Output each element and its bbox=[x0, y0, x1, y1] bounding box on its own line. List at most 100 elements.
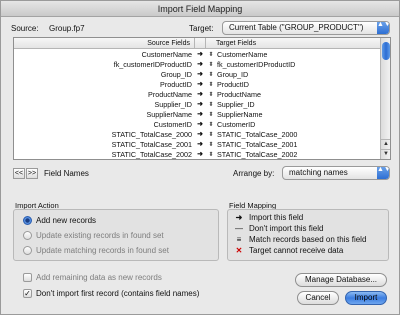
legend-import-label: Import this field bbox=[249, 213, 304, 222]
legend-cannot-receive-label: Target cannot receive data bbox=[249, 246, 344, 255]
match-equals-icon: ≡ bbox=[236, 235, 242, 244]
target-field-cell: ProductName bbox=[217, 90, 261, 99]
arrange-by-value: matching names bbox=[289, 168, 348, 177]
source-field-cell: ProductName bbox=[148, 90, 192, 99]
update-matching-records-radio[interactable] bbox=[23, 246, 32, 255]
source-fields-header[interactable]: Source Fields bbox=[14, 38, 194, 49]
legend-dont-import-label: Don't import this field bbox=[249, 224, 324, 233]
target-field-cell: fk_customerIDProductID bbox=[217, 60, 296, 69]
add-remaining-checkbox[interactable] bbox=[23, 273, 32, 282]
table-row[interactable]: Supplier_ID ➜ ⬍ Supplier_ID bbox=[14, 100, 380, 110]
source-file-name: Group.fp7 bbox=[49, 24, 85, 33]
table-vertical-scrollbar[interactable]: ▲ ▼ bbox=[380, 38, 390, 159]
update-existing-records-label[interactable]: Update existing records in found set bbox=[36, 231, 164, 240]
arrow-column-header bbox=[194, 38, 206, 49]
scroll-up-arrow-icon[interactable]: ▲ bbox=[381, 139, 390, 148]
target-table-select[interactable]: Current Table ("GROUP_PRODUCT") ▲▼ bbox=[222, 21, 390, 35]
table-row[interactable]: CustomerName ➜ ⬍ CustomerName bbox=[14, 50, 380, 60]
table-row[interactable]: ProductID ➜ ⬍ ProductID bbox=[14, 80, 380, 90]
reorder-handle-icon[interactable]: ⬍ bbox=[207, 110, 215, 120]
table-header: Source Fields Target Fields bbox=[14, 38, 380, 49]
target-field-cell: STATIC_TotalCase_2002 bbox=[217, 150, 298, 159]
target-field-cell: Group_ID bbox=[217, 70, 249, 79]
add-new-records-label[interactable]: Add new records bbox=[36, 216, 96, 225]
target-field-cell: ProductID bbox=[217, 80, 249, 89]
target-field-cell: CustomerName bbox=[217, 50, 268, 59]
window-title: Import Field Mapping bbox=[1, 1, 399, 17]
dont-import-dash-icon: — bbox=[235, 224, 243, 233]
target-field-cell: SupplierName bbox=[217, 110, 263, 119]
manage-database-button[interactable]: Manage Database... bbox=[295, 273, 387, 287]
previous-record-button[interactable]: << bbox=[13, 168, 25, 179]
table-row[interactable]: STATIC_TotalCase_2000 ➜ ⬍ STATIC_TotalCase_… bbox=[14, 130, 380, 140]
field-mapping-table[interactable]: Source Fields Target Fields CustomerName… bbox=[13, 37, 391, 160]
import-arrow-icon[interactable]: ➜ bbox=[193, 90, 207, 100]
reorder-handle-icon[interactable]: ⬍ bbox=[207, 150, 215, 159]
field-names-label: Field Names bbox=[44, 169, 89, 178]
reorder-handle-icon[interactable]: ⬍ bbox=[207, 80, 215, 90]
update-existing-records-radio[interactable] bbox=[23, 231, 32, 240]
table-row[interactable]: STATIC_TotalCase_2001 ➜ ⬍ STATIC_TotalCase_… bbox=[14, 140, 380, 150]
cannot-receive-x-icon: ✕ bbox=[235, 246, 243, 255]
import-arrow-icon[interactable]: ➜ bbox=[193, 50, 207, 60]
reorder-handle-icon[interactable]: ⬍ bbox=[207, 90, 215, 100]
reorder-handle-icon[interactable]: ⬍ bbox=[207, 130, 215, 140]
import-arrow-icon[interactable]: ➜ bbox=[193, 120, 207, 130]
reorder-handle-icon[interactable]: ⬍ bbox=[207, 120, 215, 130]
add-remaining-label[interactable]: Add remaining data as new records bbox=[36, 273, 162, 282]
import-arrow-icon[interactable]: ➜ bbox=[193, 100, 207, 110]
reorder-handle-icon[interactable]: ⬍ bbox=[207, 60, 215, 70]
source-field-cell: fk_customerIDProductID bbox=[113, 60, 192, 69]
update-matching-records-label[interactable]: Update matching records in found set bbox=[36, 246, 169, 255]
legend-match-label: Match records based on this field bbox=[249, 235, 367, 244]
scroll-down-arrow-icon[interactable]: ▼ bbox=[381, 149, 390, 158]
source-field-cell: ProductID bbox=[160, 80, 192, 89]
source-field-cell: STATIC_TotalCase_2000 bbox=[111, 130, 192, 139]
dont-import-first-checkbox[interactable]: ✓ bbox=[23, 289, 32, 298]
target-field-cell: Supplier_ID bbox=[217, 100, 255, 109]
source-field-cell: CustomerID bbox=[153, 120, 192, 129]
select-arrows-icon: ▲▼ bbox=[377, 22, 389, 34]
source-field-cell: Supplier_ID bbox=[154, 100, 192, 109]
reorder-handle-icon[interactable]: ⬍ bbox=[207, 100, 215, 110]
table-row[interactable]: ProductName ➜ ⬍ ProductName bbox=[14, 90, 380, 100]
reorder-handle-icon[interactable]: ⬍ bbox=[207, 70, 215, 80]
target-field-cell: STATIC_TotalCase_2000 bbox=[217, 130, 298, 139]
import-field-mapping-dialog: Import Field Mapping Source: Group.fp7 T… bbox=[0, 0, 400, 315]
table-row[interactable]: Group_ID ➜ ⬍ Group_ID bbox=[14, 70, 380, 80]
import-button[interactable]: Import bbox=[345, 291, 387, 305]
import-arrow-icon[interactable]: ➜ bbox=[193, 140, 207, 150]
import-arrow-icon[interactable]: ➜ bbox=[193, 70, 207, 80]
checkmark-icon: ✓ bbox=[24, 289, 31, 298]
scrollbar-thumb[interactable] bbox=[382, 42, 390, 60]
arrange-by-label: Arrange by: bbox=[233, 169, 275, 178]
source-field-cell: Group_ID bbox=[160, 70, 192, 79]
select-arrows-icon: ▲▼ bbox=[377, 167, 389, 179]
import-arrow-icon[interactable]: ➜ bbox=[193, 60, 207, 70]
import-arrow-icon[interactable]: ➜ bbox=[193, 110, 207, 120]
add-new-records-radio[interactable] bbox=[23, 216, 32, 225]
reorder-handle-icon[interactable]: ⬍ bbox=[207, 140, 215, 150]
import-arrow-icon[interactable]: ➜ bbox=[193, 130, 207, 140]
dont-import-first-label[interactable]: Don't import first record (contains fiel… bbox=[36, 289, 199, 298]
arrange-by-select[interactable]: matching names ▲▼ bbox=[282, 166, 390, 180]
target-field-cell: CustomerID bbox=[217, 120, 256, 129]
reorder-handle-icon[interactable]: ⬍ bbox=[207, 50, 215, 60]
table-row[interactable]: STATIC_TotalCase_2002 ➜ ⬍ STATIC_TotalCase_… bbox=[14, 150, 380, 159]
target-label: Target: bbox=[189, 24, 214, 33]
import-arrow-icon: ➜ bbox=[235, 213, 243, 222]
source-field-cell: CustomerName bbox=[141, 50, 192, 59]
table-row[interactable]: CustomerID ➜ ⬍ CustomerID bbox=[14, 120, 380, 130]
target-table-value: Current Table ("GROUP_PRODUCT") bbox=[229, 23, 364, 32]
table-row[interactable]: fk_customerIDProductID ➜ ⬍ fk_customerIDPro… bbox=[14, 60, 380, 70]
source-field-cell: SupplierName bbox=[146, 110, 192, 119]
target-fields-header[interactable]: Target Fields bbox=[208, 38, 378, 49]
next-record-button[interactable]: >> bbox=[26, 168, 38, 179]
import-arrow-icon[interactable]: ➜ bbox=[193, 80, 207, 90]
import-arrow-icon[interactable]: ➜ bbox=[193, 150, 207, 159]
target-field-cell: STATIC_TotalCase_2001 bbox=[217, 140, 298, 149]
source-label: Source: bbox=[11, 24, 39, 33]
cancel-button[interactable]: Cancel bbox=[297, 291, 339, 305]
table-row[interactable]: SupplierName ➜ ⬍ SupplierName bbox=[14, 110, 380, 120]
source-field-cell: STATIC_TotalCase_2002 bbox=[111, 150, 192, 159]
